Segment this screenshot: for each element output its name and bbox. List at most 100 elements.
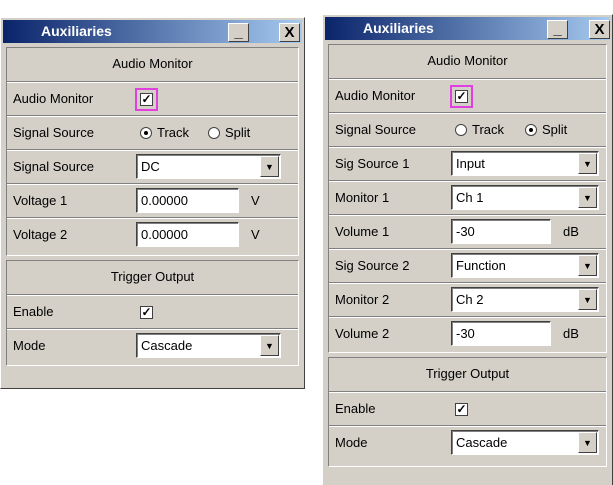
audio-monitor-label: Audio Monitor xyxy=(13,91,94,106)
trigger-output-panel: Trigger Output Enable ✓ Mode Cascade ▼ xyxy=(328,357,607,467)
mode-select[interactable]: Cascade ▼ xyxy=(136,333,281,358)
minimize-icon: _ xyxy=(553,21,562,38)
dropdown-button[interactable]: ▼ xyxy=(578,432,597,453)
enable-label: Enable xyxy=(335,401,376,416)
mode-row: Mode Cascade ▼ xyxy=(329,426,606,460)
close-button[interactable]: X xyxy=(279,23,300,42)
voltage-2-unit: V xyxy=(251,227,260,242)
chevron-down-icon: ▼ xyxy=(265,161,274,172)
signal-source-label: Signal Source xyxy=(335,122,416,137)
window-title: Auxiliaries xyxy=(41,23,112,39)
volume-1-input[interactable]: -30 xyxy=(451,219,551,244)
minimize-button[interactable]: _ xyxy=(547,20,568,39)
mode-value: Cascade xyxy=(141,338,193,353)
monitor-1-value: Ch 1 xyxy=(456,190,484,205)
chevron-down-icon: ▼ xyxy=(265,340,274,351)
enable-checkbox[interactable]: ✓ xyxy=(455,403,468,416)
auxiliaries-window-right: Auxiliaries _ X Audio Monitor Audio Moni… xyxy=(322,14,613,485)
volume-2-unit: dB xyxy=(563,326,579,341)
signal-source-value: DC xyxy=(141,159,160,174)
chevron-down-icon: ▼ xyxy=(583,158,592,169)
enable-row: Enable ✓ xyxy=(329,392,606,427)
audio-monitor-panel: Audio Monitor Audio Monitor ✓ Signal Sou… xyxy=(6,47,299,256)
volume-1-unit: dB xyxy=(563,224,579,239)
voltage-1-label: Voltage 1 xyxy=(13,193,68,208)
audio-monitor-row: Audio Monitor ✓ xyxy=(329,79,606,114)
enable-row: Enable ✓ xyxy=(7,295,298,330)
sig-source-2-value: Function xyxy=(456,258,506,273)
monitor-2-row: Monitor 2 Ch 2 ▼ xyxy=(329,283,606,318)
track-radio[interactable] xyxy=(140,127,152,139)
trigger-header-row: Trigger Output xyxy=(329,358,606,393)
volume-2-input[interactable]: -30 xyxy=(451,321,551,346)
auxiliaries-window-left: Auxiliaries _ X Audio Monitor Audio Moni… xyxy=(0,17,305,389)
monitor-1-label: Monitor 1 xyxy=(335,190,390,205)
sig-source-2-label: Sig Source 2 xyxy=(335,258,410,273)
split-radio[interactable] xyxy=(525,124,537,136)
signal-source-mode-row: Signal Source Track Split xyxy=(7,116,298,151)
voltage-1-unit: V xyxy=(251,193,260,208)
track-label: Track xyxy=(472,122,505,137)
close-icon: X xyxy=(594,21,605,38)
minimize-button[interactable]: _ xyxy=(228,23,249,42)
monitor-1-row: Monitor 1 Ch 1 ▼ xyxy=(329,181,606,216)
voltage-1-input[interactable]: 0.00000 xyxy=(136,188,239,213)
title-bar[interactable]: Auxiliaries _ X xyxy=(3,20,302,43)
trigger-header-row: Trigger Output xyxy=(7,261,298,296)
voltage-2-row: Voltage 2 0.00000 V xyxy=(7,218,298,252)
audio-monitor-row: Audio Monitor ✓ xyxy=(7,82,298,117)
check-icon: ✓ xyxy=(456,89,467,103)
mode-row: Mode Cascade ▼ xyxy=(7,329,298,363)
volume-1-label: Volume 1 xyxy=(335,224,390,239)
section-heading: Trigger Output xyxy=(425,366,510,381)
track-radio[interactable] xyxy=(455,124,467,136)
volume-2-label: Volume 2 xyxy=(335,326,390,341)
monitor-2-label: Monitor 2 xyxy=(335,292,390,307)
sig-source-2-select[interactable]: Function ▼ xyxy=(451,253,599,278)
audio-monitor-checkbox[interactable]: ✓ xyxy=(450,85,473,108)
enable-label: Enable xyxy=(13,304,54,319)
audio-monitor-panel: Audio Monitor Audio Monitor ✓ Signal Sou… xyxy=(328,44,607,353)
signal-source-select[interactable]: DC ▼ xyxy=(136,154,281,179)
dropdown-button[interactable]: ▼ xyxy=(260,156,279,177)
signal-source-label: Signal Source xyxy=(13,125,94,140)
check-icon: ✓ xyxy=(456,402,467,416)
section-heading: Audio Monitor xyxy=(427,53,508,68)
mode-label: Mode xyxy=(13,338,46,353)
section-heading: Audio Monitor xyxy=(112,56,193,71)
monitor-2-select[interactable]: Ch 2 ▼ xyxy=(451,287,599,312)
split-label: Split xyxy=(225,125,251,140)
dropdown-button[interactable]: ▼ xyxy=(578,153,597,174)
title-bar[interactable]: Auxiliaries _ X xyxy=(325,17,610,40)
audio-monitor-header-row: Audio Monitor xyxy=(7,48,298,83)
signal-source-mode-row: Signal Source Track Split xyxy=(329,113,606,148)
minimize-icon: _ xyxy=(234,24,243,41)
sig-source-1-value: Input xyxy=(456,156,485,171)
close-button[interactable]: X xyxy=(589,20,610,39)
chevron-down-icon: ▼ xyxy=(583,437,592,448)
sig-source-1-label: Sig Source 1 xyxy=(335,156,410,171)
track-label: Track xyxy=(157,125,190,140)
sig-source-1-select[interactable]: Input ▼ xyxy=(451,151,599,176)
monitor-2-value: Ch 2 xyxy=(456,292,484,307)
signal-source-label: Signal Source xyxy=(13,159,94,174)
dropdown-button[interactable]: ▼ xyxy=(260,335,279,356)
chevron-down-icon: ▼ xyxy=(583,192,592,203)
sig-source-1-row: Sig Source 1 Input ▼ xyxy=(329,147,606,182)
dropdown-button[interactable]: ▼ xyxy=(578,255,597,276)
dropdown-button[interactable]: ▼ xyxy=(578,289,597,310)
monitor-1-select[interactable]: Ch 1 ▼ xyxy=(451,185,599,210)
dropdown-button[interactable]: ▼ xyxy=(578,187,597,208)
signal-source-row: Signal Source DC ▼ xyxy=(7,150,298,185)
sig-source-2-row: Sig Source 2 Function ▼ xyxy=(329,249,606,284)
audio-monitor-checkbox[interactable]: ✓ xyxy=(135,88,158,111)
chevron-down-icon: ▼ xyxy=(583,294,592,305)
close-icon: X xyxy=(284,24,295,41)
section-heading: Trigger Output xyxy=(110,269,195,284)
voltage-1-row: Voltage 1 0.00000 V xyxy=(7,184,298,219)
mode-label: Mode xyxy=(335,435,368,450)
mode-select[interactable]: Cascade ▼ xyxy=(451,430,599,455)
enable-checkbox[interactable]: ✓ xyxy=(140,306,153,319)
voltage-2-input[interactable]: 0.00000 xyxy=(136,222,239,247)
split-radio[interactable] xyxy=(208,127,220,139)
